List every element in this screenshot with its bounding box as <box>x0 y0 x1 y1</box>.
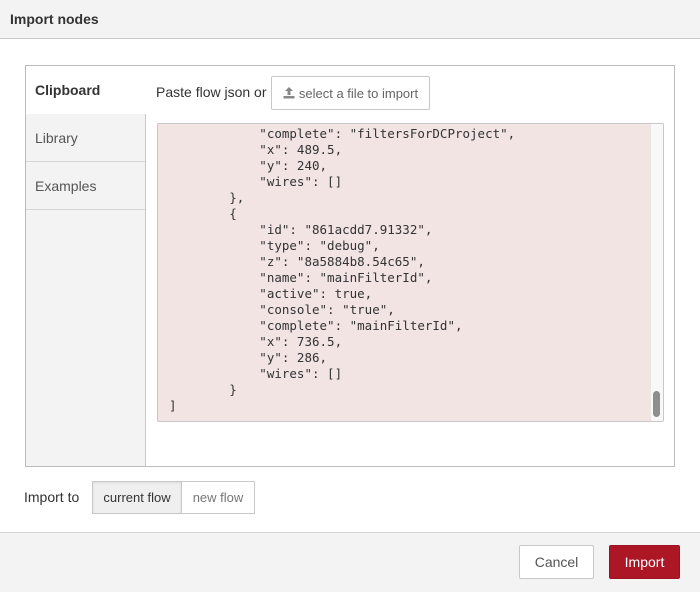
tab-library[interactable]: Library <box>26 114 145 162</box>
scrollbar-thumb[interactable] <box>653 391 660 417</box>
import-button[interactable]: Import <box>609 545 680 579</box>
select-file-label: select a file to import <box>298 85 419 101</box>
import-tabs: Clipboard Library Examples <box>26 66 146 466</box>
select-file-button[interactable]: select a file to import <box>271 76 430 110</box>
import-to-toggle: current flow new flow <box>92 481 255 514</box>
dialog-titlebar: Import nodes <box>0 0 700 39</box>
paste-label: Paste flow json or <box>156 84 267 100</box>
tab-clipboard[interactable]: Clipboard <box>26 66 146 114</box>
import-panel: Clipboard Library Examples Paste flow js… <box>25 65 675 467</box>
dialog-title: Import nodes <box>10 11 99 27</box>
cancel-button[interactable]: Cancel <box>519 545 594 579</box>
json-editor[interactable]: "complete": "filtersForDCProject", "x": … <box>157 123 664 422</box>
import-to-label: Import to <box>24 489 80 505</box>
dialog-footer: Cancel Import <box>0 532 700 592</box>
new-flow-option[interactable]: new flow <box>182 481 255 514</box>
tab-examples[interactable]: Examples <box>26 162 145 210</box>
current-flow-option[interactable]: current flow <box>92 481 182 514</box>
upload-icon <box>283 87 295 99</box>
json-text[interactable]: "complete": "filtersForDCProject", "x": … <box>169 126 515 414</box>
editor-scrollbar[interactable] <box>650 124 663 421</box>
